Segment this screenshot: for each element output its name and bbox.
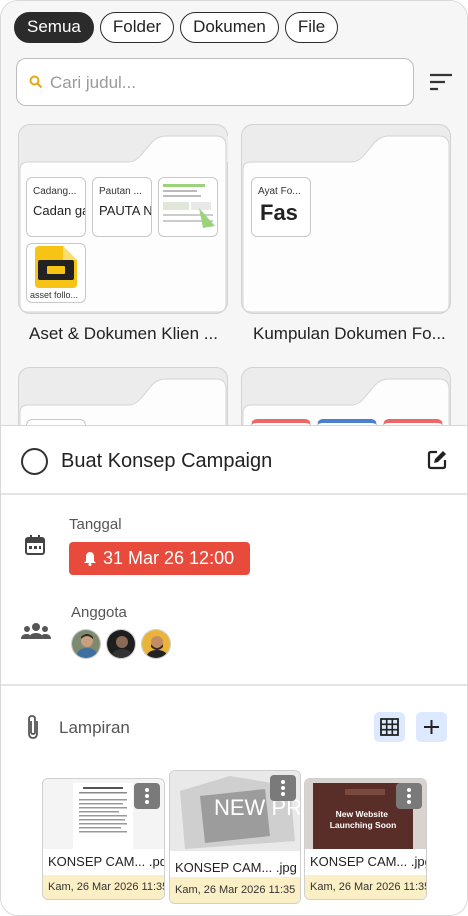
app-frame: Semua Folder Dokumen File Cari judul... … [0,0,468,916]
search-input[interactable]: Cari judul... [16,58,414,106]
attachment-date: Kam, 26 Mar 2026 11:35 [305,875,426,899]
folder-card[interactable] [241,367,451,425]
attachment-name: KONSEP CAM... .jpg [175,860,297,875]
plus-icon [424,720,439,734]
folder-card[interactable]: Ayat Fo... Fas [241,124,451,314]
attachment-date: Kam, 26 Mar 2026 11:35 [170,877,300,903]
doc-thumbnail: Pautan ... PAUTA N GAM [92,177,152,237]
task-title: Buat Konsep Campaign [61,450,273,472]
due-date-value: 31 Mar 26 12:00 [103,548,235,568]
folder-shape [19,378,227,425]
spreadsheet-thumbnail [158,177,218,237]
browse-panel: Semua Folder Dokumen File Cari judul... … [1,1,467,425]
chip-file[interactable]: File [284,12,339,43]
doc-thumbnail: Ayat Fo... Fas [251,177,311,237]
group-icon [21,621,51,648]
grid-icon [380,718,399,736]
more-options-button[interactable] [396,783,422,809]
folder-card[interactable] [18,367,228,425]
chip-dokumen[interactable]: Dokumen [180,12,279,43]
divider [1,684,467,686]
avatar[interactable] [141,629,171,659]
zip-file-icon [35,246,77,288]
divider [1,493,467,495]
chip-folder[interactable]: Folder [99,12,175,43]
grid-view-button[interactable] [374,712,405,742]
attachment-card[interactable]: NEW PRODUC KONSEP CAM... .jpg Kam, 26 Ma… [169,770,301,904]
more-options-button[interactable] [270,775,296,801]
avatar[interactable] [71,629,101,659]
attachment-name: KONSEP CAM... .pdf [48,854,165,869]
edit-icon[interactable] [425,448,449,477]
paperclip-icon [25,714,41,745]
attachment-date: Kam, 26 Mar 2026 11:35 [43,875,164,899]
folder-shape [242,378,450,425]
folder-name[interactable]: Aset & Dokumen Klien ... [29,324,218,344]
chip-semua[interactable]: Semua [14,12,94,43]
add-attachment-button[interactable] [416,712,447,742]
date-label: Tanggal [69,516,122,533]
task-detail-panel: Buat Konsep Campaign Tanggal 31 Mar 26 1… [1,425,467,915]
folder-name[interactable]: Kumpulan Dokumen Fo... [253,324,446,344]
due-date-badge[interactable]: 31 Mar 26 12:00 [69,542,250,575]
complete-checkbox[interactable] [21,448,48,475]
filter-chips: Semua Folder Dokumen File [14,12,339,43]
doc-thumbnail: Cadang... Cadan gan [26,177,86,237]
attachment-card[interactable]: New Website Launching Soon KONSEP CAM...… [304,778,427,900]
members-label: Anggota [71,604,127,621]
calendar-icon [23,533,47,562]
zip-thumbnail: asset follo... [26,243,86,303]
preview-text: New Website Launching Soon [330,809,397,830]
search-placeholder: Cari judul... [50,73,136,92]
folder-card[interactable]: Cadang... Cadan gan Pautan ... PAUTA N G… [18,124,228,314]
more-options-button[interactable] [134,783,160,809]
search-icon [29,75,43,94]
sort-icon[interactable] [430,72,452,92]
attachments-label: Lampiran [59,718,130,737]
attachment-name: KONSEP CAM... .jpg [310,854,427,869]
avatar[interactable] [106,629,136,659]
attachment-card[interactable]: KONSEP CAM... .pdf Kam, 26 Mar 2026 11:3… [42,778,165,900]
alarm-icon [83,544,97,577]
